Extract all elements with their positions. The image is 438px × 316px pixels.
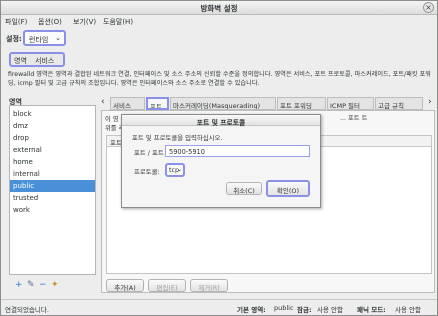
port-range-input[interactable]: 5900-5910 <box>165 145 310 157</box>
connection-status: 연결되었습니다. <box>5 306 49 314</box>
zone-item-external[interactable]: external <box>10 144 95 156</box>
zone-item-home[interactable]: home <box>10 156 95 168</box>
zone-item-trusted[interactable]: trusted <box>10 192 95 204</box>
tab-rich-rules[interactable]: 고급 규칙 <box>375 97 423 110</box>
cancel-button[interactable]: 취소(C) <box>226 182 262 195</box>
zone-list: block dmz drop external home internal pu… <box>9 105 96 275</box>
tab-zones[interactable]: 영역 <box>14 56 27 66</box>
zone-item-internal[interactable]: internal <box>10 168 95 180</box>
load-defaults-icon[interactable]: ✦ <box>51 280 59 290</box>
tab-services[interactable]: 서비스 <box>35 56 54 66</box>
zones-description: firewalld 영역은 영역과 결합된 네트워크 연결, 인터페이스 및 소… <box>8 71 431 87</box>
dialog-instruction: 포트 및 프로토콜을 입력하십시오. <box>132 134 223 142</box>
menubar: 파일(F) 옵션(O) 보기(V) 도움말(H) <box>1 15 437 27</box>
window-title: 방화벽 설정 <box>200 4 238 13</box>
tab-icmp-filter[interactable]: ICMP 필터 <box>327 97 374 110</box>
ports-description-right: ... 포트 트 <box>340 115 368 122</box>
add-icon[interactable]: + <box>15 280 23 290</box>
zone-item-public[interactable]: public <box>10 180 95 192</box>
zone-item-work[interactable]: work <box>10 204 95 216</box>
tab-scroll-right-icon[interactable]: › <box>428 97 432 107</box>
add-port-button[interactable]: 추가(A) <box>106 279 144 292</box>
ports-description-left: 이 영 <box>105 116 119 123</box>
port-protocol-dialog: 포트 및 프로토콜 포트 및 프로토콜을 입력하십시오. 포트 / 포트 범위:… <box>121 114 321 208</box>
view-tabs: 영역 서비스 <box>9 52 65 67</box>
titlebar: 방화벽 설정 × <box>1 1 437 15</box>
chevron-down-icon: ⌄ <box>176 166 182 173</box>
configuration-label: 설정: <box>6 35 22 43</box>
menu-help[interactable]: 도움말(H) <box>103 17 133 27</box>
tab-port-forwarding[interactable]: 포트 포워딩 <box>277 97 326 110</box>
panic-mode-label: 패닉 모드: <box>357 306 386 314</box>
configuration-value: 런타임 <box>29 36 49 44</box>
lockdown-label: 잠금: <box>297 306 312 314</box>
lockdown-value: 사용 안함 <box>317 306 343 314</box>
close-icon[interactable]: × <box>423 2 434 13</box>
remove-icon[interactable]: − <box>39 280 47 290</box>
menu-file[interactable]: 파일(F) <box>5 17 27 27</box>
remove-port-button[interactable]: 제거(R) <box>190 279 228 292</box>
tab-scroll-left-icon[interactable]: ‹ <box>101 97 105 107</box>
menu-options[interactable]: 옵션(O) <box>38 17 62 27</box>
ok-button[interactable]: 확인(O) <box>266 180 310 197</box>
protocol-select[interactable]: tcp ⌄ <box>165 163 185 177</box>
zone-item-block[interactable]: block <box>10 108 95 120</box>
zone-toolbar: + ✎ − ✦ <box>9 279 96 293</box>
menu-view[interactable]: 보기(V) <box>73 17 96 27</box>
panic-mode-value: 사용 안함 <box>395 306 421 314</box>
zone-item-dmz[interactable]: dmz <box>10 120 95 132</box>
tab-services[interactable]: 서비스 <box>110 97 145 110</box>
default-zone-value: public <box>274 304 294 312</box>
protocol-label: 프로토콜: <box>134 168 160 176</box>
tab-ports[interactable]: 포트 <box>146 97 169 110</box>
chevron-down-icon: ⌄ <box>55 34 61 42</box>
firewall-config-window: 방화벽 설정 × 파일(F) 옵션(O) 보기(V) 도움말(H) 설정: 런타… <box>0 0 438 316</box>
zone-item-drop[interactable]: drop <box>10 132 95 144</box>
configuration-select[interactable]: 런타임 ⌄ <box>23 30 66 46</box>
zone-settings-tabs: ‹ 서비스 포트 마스커레이딩(Masquerading) 포트 포워딩 ICM… <box>101 97 437 110</box>
dialog-title: 포트 및 프로토콜 <box>122 115 320 127</box>
tab-masquerading[interactable]: 마스커레이딩(Masquerading) <box>170 97 276 110</box>
status-bar: 연결되었습니다. 기본 영역: public 잠금: 사용 안함 패닉 모드: … <box>1 299 437 315</box>
edit-port-button[interactable]: 편집(E) <box>148 279 186 292</box>
edit-icon[interactable]: ✎ <box>27 280 35 290</box>
default-zone-label: 기본 영역: <box>237 306 266 314</box>
